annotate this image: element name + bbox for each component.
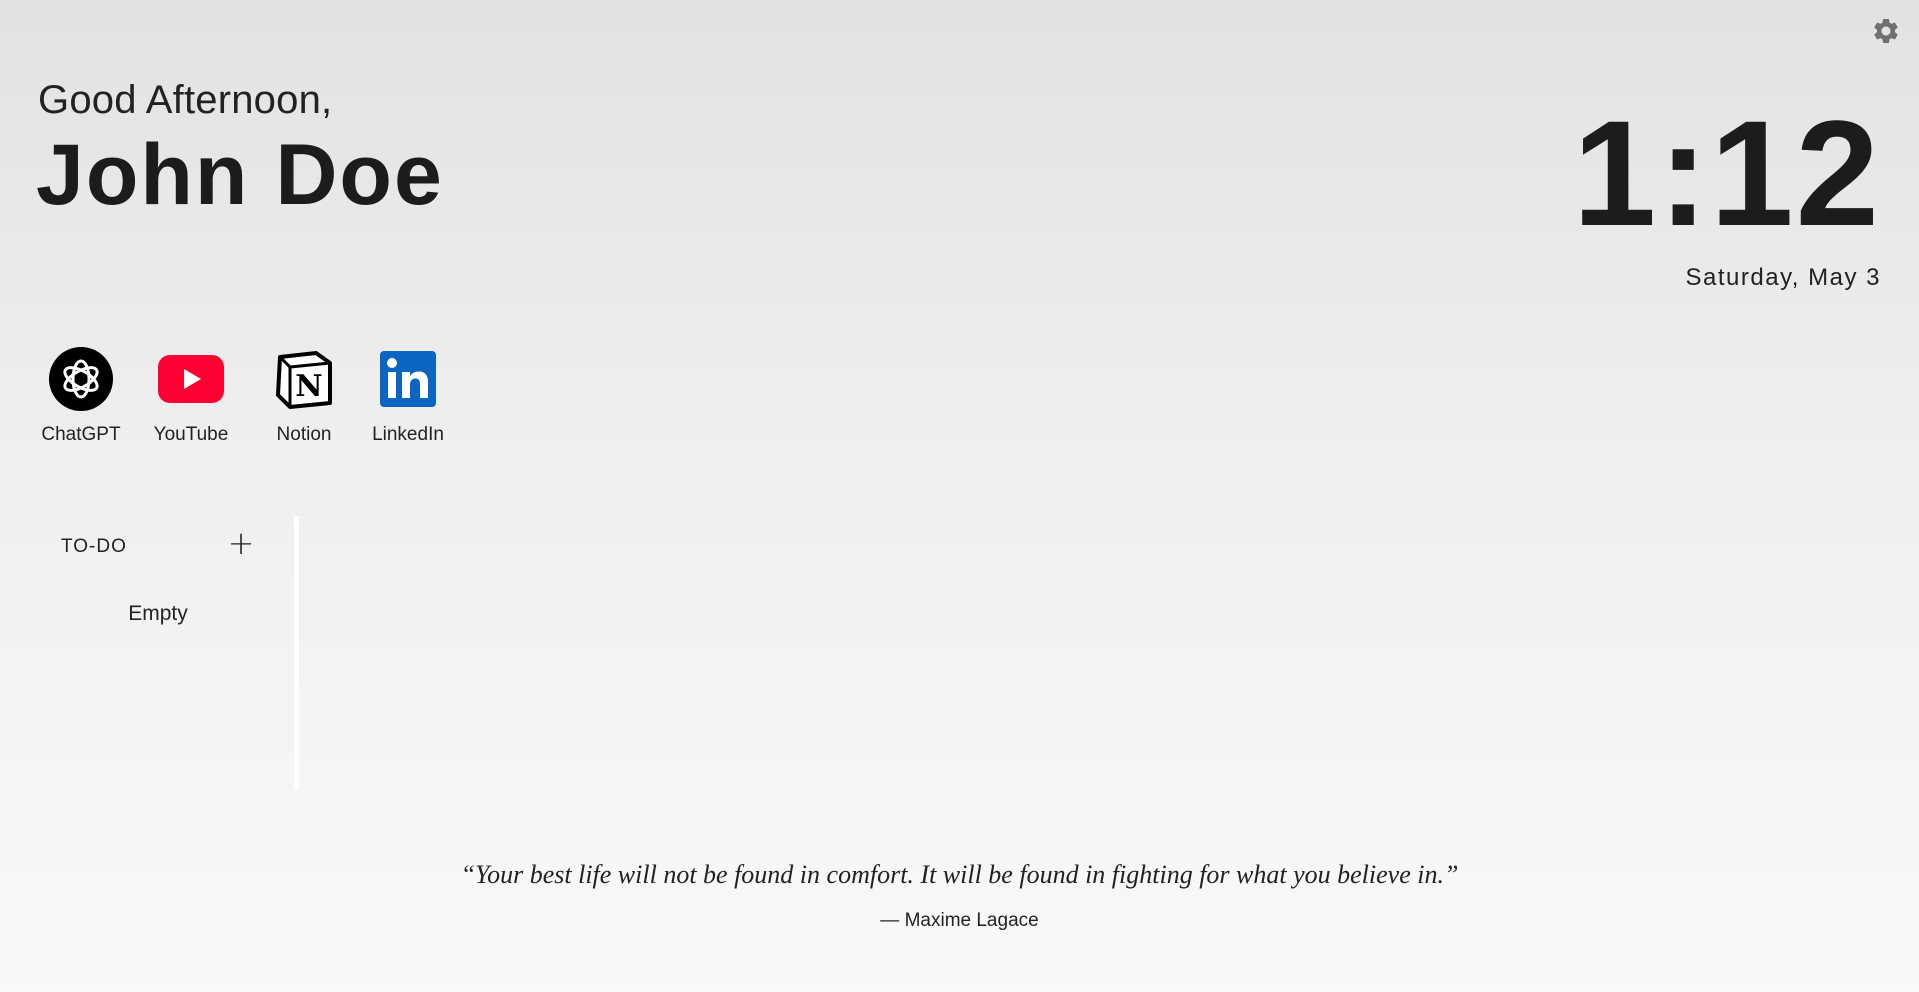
shortcut-youtube[interactable]: YouTube xyxy=(126,344,256,446)
youtube-icon xyxy=(156,344,226,414)
shortcut-label: YouTube xyxy=(153,424,229,445)
gear-icon xyxy=(1874,18,1898,43)
todo-title: TO-DO xyxy=(61,536,127,557)
shortcut-label: Notion xyxy=(276,424,332,445)
shortcut-notion[interactable]: N Notion xyxy=(256,344,352,446)
clock-date: Saturday, May 3 xyxy=(1685,264,1881,291)
shortcut-linkedin[interactable]: LinkedIn xyxy=(348,344,468,446)
clock-time: 1:12 xyxy=(1572,89,1881,257)
greeting-text: Good Afternoon, xyxy=(38,78,333,122)
quote-author: — Maxime Lagace xyxy=(880,910,1039,931)
settings-button[interactable] xyxy=(1871,16,1901,46)
notion-icon: N xyxy=(269,344,339,414)
todo-divider xyxy=(294,516,299,790)
quote-text: “Your best life will not be found in com… xyxy=(460,860,1459,889)
shortcut-chatgpt[interactable]: ChatGPT xyxy=(38,344,124,446)
todo-panel: TO-DO + Empty xyxy=(38,516,299,790)
linkedin-icon xyxy=(373,344,443,414)
plus-icon[interactable]: + xyxy=(226,527,256,559)
chatgpt-icon xyxy=(46,344,116,414)
user-name: John Doe xyxy=(36,127,444,223)
shortcut-label: ChatGPT xyxy=(41,424,121,445)
shortcut-label: LinkedIn xyxy=(372,424,444,445)
svg-text:N: N xyxy=(295,369,322,404)
shortcuts-bar: ChatGPT YouTube N Notion LinkedIn xyxy=(38,344,468,446)
todo-empty-text: Empty xyxy=(128,602,188,625)
